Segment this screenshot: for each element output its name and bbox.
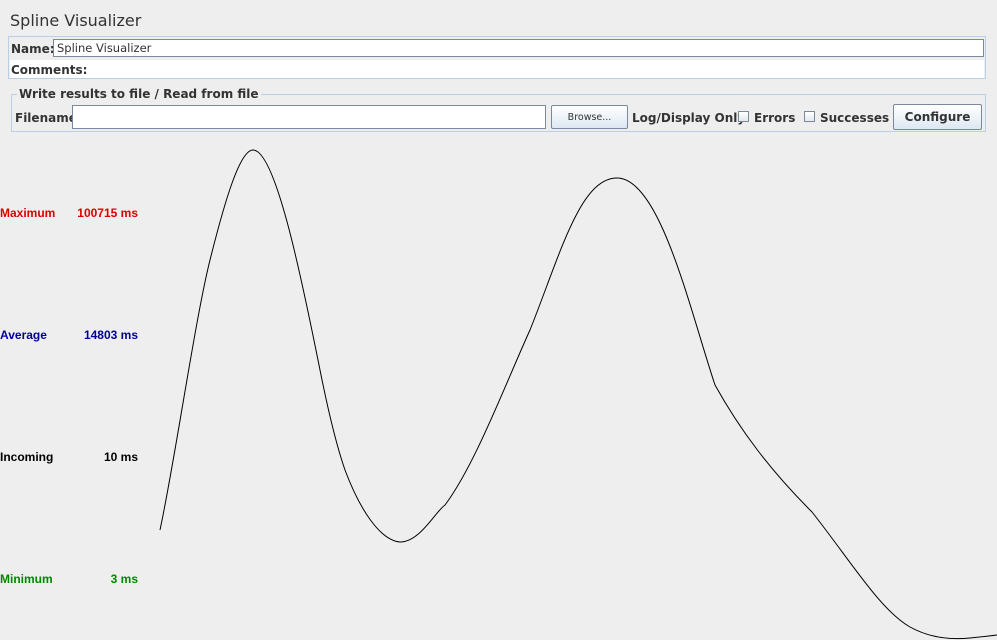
- filename-label: Filename: [15, 111, 77, 125]
- name-comments-panel: Name: Comments:: [8, 36, 986, 79]
- comments-field[interactable]: Comments:: [10, 60, 984, 78]
- minimum-value: 3 ms: [110, 572, 138, 586]
- configure-button[interactable]: Configure: [893, 104, 982, 130]
- incoming-stat: Incoming 10 ms: [0, 450, 138, 464]
- errors-checkbox[interactable]: [738, 111, 749, 122]
- incoming-value: 10 ms: [103, 450, 138, 464]
- successes-label: Successes: [820, 111, 890, 125]
- name-input[interactable]: [53, 39, 984, 57]
- errors-label: Errors: [754, 111, 796, 125]
- maximum-value: 100715 ms: [77, 206, 138, 220]
- successes-checkbox[interactable]: [804, 111, 815, 122]
- browse-button[interactable]: Browse...: [551, 105, 628, 129]
- minimum-label: Minimum: [0, 572, 53, 586]
- file-panel: Write results to file / Read from file F…: [11, 87, 986, 132]
- visualizer-title: Spline Visualizer: [10, 11, 142, 30]
- average-label: Average: [0, 328, 47, 342]
- log-display-label: Log/Display Only:: [632, 111, 750, 125]
- maximum-label: Maximum: [0, 206, 56, 220]
- file-panel-legend: Write results to file / Read from file: [17, 87, 261, 101]
- average-stat: Average 14803 ms: [0, 328, 138, 342]
- incoming-label: Incoming: [0, 450, 54, 464]
- maximum-stat: Maximum 100715 ms: [0, 206, 138, 220]
- comments-label: Comments:: [11, 63, 88, 77]
- filename-input[interactable]: [72, 105, 546, 129]
- name-label: Name:: [11, 41, 55, 56]
- average-value: 14803 ms: [83, 328, 138, 342]
- spline-curve: [159, 149, 997, 640]
- minimum-stat: Minimum 3 ms: [0, 572, 138, 586]
